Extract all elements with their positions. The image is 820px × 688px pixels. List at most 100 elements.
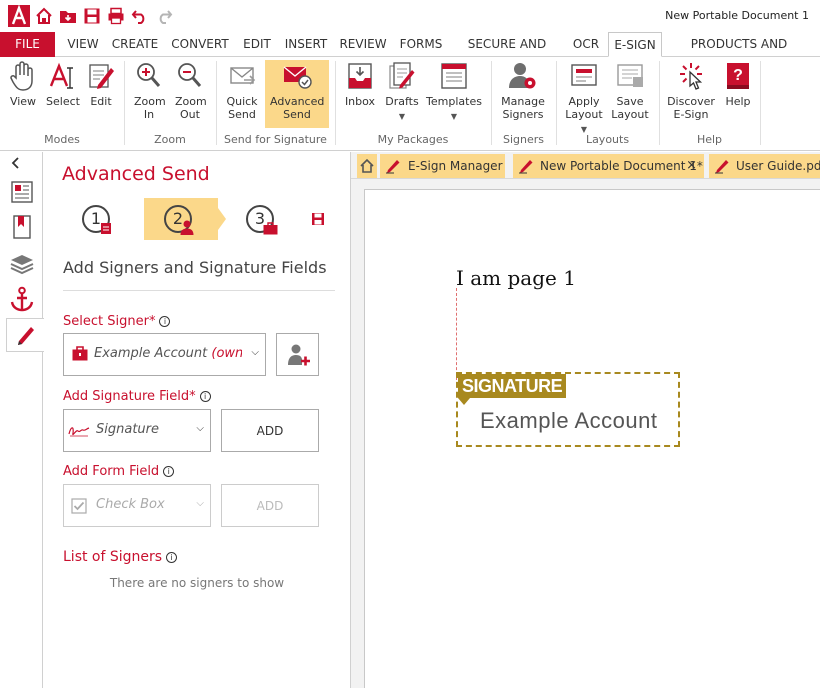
anchor-icon[interactable]	[8, 285, 36, 313]
zoom-in-icon	[137, 63, 161, 87]
manage-signers-button-label: Manage Signers	[501, 95, 545, 121]
bookmarks-icon[interactable]	[8, 213, 36, 241]
templates-button[interactable]: Templates ▼	[425, 60, 483, 128]
open-folder-icon[interactable]	[59, 7, 77, 25]
quick-send-icon	[230, 67, 256, 85]
tab-esign-manager-label: E-Sign Manager	[408, 159, 503, 173]
form-field-type-dropdown[interactable]: Check Box ⌵	[63, 484, 211, 527]
menu-edit[interactable]: EDIT	[239, 32, 275, 57]
save-draft-icon[interactable]	[311, 212, 325, 226]
zoom-in-button[interactable]: Zoom In	[130, 60, 168, 128]
app-logo-icon[interactable]	[8, 5, 30, 27]
info-icon[interactable]: i	[166, 552, 178, 563]
tab-user-guide[interactable]: User Guide.pdf	[709, 154, 820, 178]
view-button-label: View	[9, 95, 37, 108]
view-button[interactable]: View	[4, 60, 42, 128]
esign-pen-icon	[519, 160, 533, 174]
menu-create[interactable]: CREATE	[109, 32, 161, 57]
manage-signers-button[interactable]: Manage Signers	[497, 60, 549, 128]
inbox-icon	[348, 63, 372, 89]
help-button[interactable]: ? Help	[720, 60, 756, 128]
help-button-label: Help	[725, 95, 751, 108]
add-signature-field-button-label: ADD	[256, 424, 284, 438]
edit-button-label: Edit	[90, 95, 112, 108]
select-button[interactable]: Select	[44, 60, 82, 128]
collapse-chevron-icon[interactable]	[10, 156, 22, 170]
info-icon[interactable]: i	[159, 316, 171, 327]
undo-icon[interactable]	[131, 7, 149, 25]
menu-esign[interactable]: E-SIGN	[608, 32, 662, 57]
ribbon: View Select Edit Modes Zoom In Zoom Out …	[0, 57, 820, 151]
apply-layout-icon	[571, 64, 597, 86]
add-signature-field-label: Add Signature Field* i	[63, 389, 211, 404]
add-form-field-button[interactable]: ADD	[221, 484, 319, 527]
drafts-button[interactable]: Drafts ▼	[382, 60, 422, 128]
redo-icon[interactable]	[155, 7, 173, 25]
hand-icon	[10, 61, 33, 91]
thumbnails-icon[interactable]	[8, 178, 36, 206]
layers-icon[interactable]	[8, 249, 36, 277]
step-2[interactable]: 2	[144, 198, 218, 240]
discover-esign-button[interactable]: Discover E-Sign	[664, 60, 718, 128]
print-icon[interactable]	[107, 7, 125, 25]
menu-insert[interactable]: INSERT	[281, 32, 331, 57]
help-book-icon: ?	[727, 63, 749, 89]
inbox-button[interactable]: Inbox	[340, 60, 380, 128]
menu-forms[interactable]: FORMS	[394, 32, 448, 57]
home-icon[interactable]	[35, 7, 53, 25]
menu-view[interactable]: VIEW	[62, 32, 104, 57]
tab-esign-manager[interactable]: E-Sign Manager	[380, 154, 505, 178]
save-layout-button[interactable]: Save Layout	[608, 60, 652, 128]
signer-name: Example Account	[94, 346, 208, 361]
signature-type-dropdown[interactable]: Signature ⌵	[63, 409, 211, 452]
step-3[interactable]: 3	[242, 198, 286, 240]
apply-layout-button[interactable]: Apply Layout ▼	[562, 60, 606, 134]
esign-pen-icon	[715, 160, 729, 174]
select-button-label: Select	[46, 95, 80, 108]
advanced-send-button[interactable]: Advanced Send	[265, 60, 329, 128]
save-icon[interactable]	[83, 7, 101, 25]
select-signer-value: Example Account (owner)	[94, 346, 242, 361]
add-form-field-label: Add Form Field i	[63, 464, 175, 479]
add-form-field-button-label: ADD	[256, 499, 284, 513]
home-icon	[360, 159, 374, 173]
menu-convert[interactable]: CONVERT	[168, 32, 232, 57]
signature-field[interactable]: SIGNATURE Example Account	[456, 372, 680, 447]
tab-new-portable-document[interactable]: New Portable Document 1* ×	[513, 154, 704, 178]
chevron-down-icon: ⌵	[196, 423, 204, 434]
menu-ocr[interactable]: OCR	[566, 32, 606, 57]
zoom-out-button[interactable]: Zoom Out	[171, 60, 209, 128]
quick-send-button[interactable]: Quick Send	[222, 60, 262, 128]
add-signature-field-button[interactable]: ADD	[221, 409, 319, 452]
add-form-field-label-text: Add Form Field	[63, 464, 160, 479]
add-signature-field-label-text: Add Signature Field	[63, 389, 190, 404]
step-1[interactable]: 1	[80, 198, 120, 240]
edit-pencil-icon	[89, 64, 114, 89]
info-icon[interactable]: i	[163, 466, 175, 477]
document-page[interactable]: I am page 1 SIGNATURE Example Account	[364, 189, 820, 688]
add-signer-button[interactable]	[276, 333, 319, 376]
menu-products-and-pricing[interactable]: PRODUCTS AND PRICING	[666, 32, 812, 75]
discover-esign-button-label: Discover E-Sign	[667, 95, 715, 121]
select-signer-dropdown[interactable]: Example Account (owner) ⌵	[63, 333, 266, 376]
drafts-dropdown-caret[interactable]: ▼	[382, 110, 422, 123]
edit-button[interactable]: Edit	[83, 60, 119, 128]
form-field-type-value: Check Box	[96, 497, 165, 512]
close-tab-icon[interactable]: ×	[686, 154, 697, 178]
divider	[63, 290, 335, 291]
templates-dropdown-caret[interactable]: ▼	[425, 110, 483, 123]
left-icon-bar	[0, 152, 44, 688]
owner-briefcase-icon	[72, 346, 88, 361]
manage-signers-icon	[509, 63, 536, 89]
esign-panel-tab[interactable]	[6, 318, 44, 352]
zoom-in-button-label: Zoom In	[134, 95, 166, 121]
menu-secure-and-sign[interactable]: SECURE AND SIGN	[454, 32, 560, 75]
drafts-icon	[389, 62, 415, 89]
zoom-out-icon	[178, 63, 202, 87]
home-tab[interactable]	[357, 154, 377, 178]
menu-file[interactable]: FILE	[0, 32, 55, 57]
list-of-signers-label: List of Signers i	[63, 549, 178, 565]
menu-review[interactable]: REVIEW	[337, 32, 389, 57]
info-icon[interactable]: i	[199, 391, 211, 402]
required-marker: *	[148, 314, 156, 329]
